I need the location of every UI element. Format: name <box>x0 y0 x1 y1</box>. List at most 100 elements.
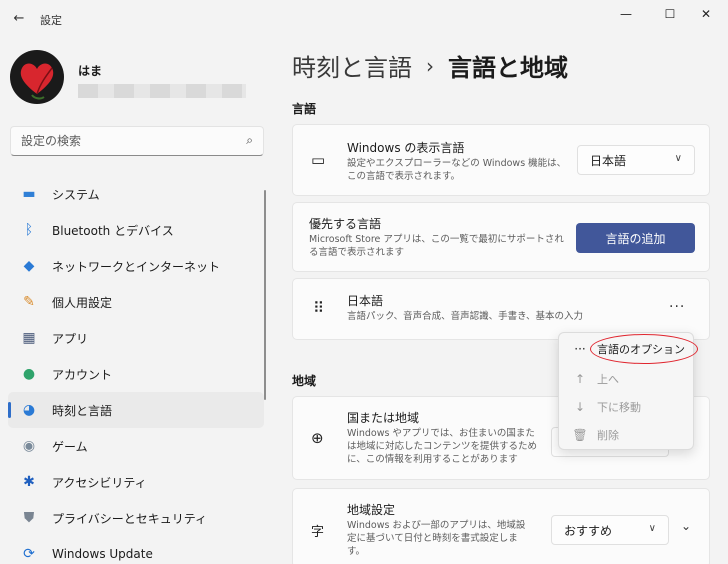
menu-item-label: 上へ <box>597 373 619 386</box>
display-language-card: ▭ Windows の表示言語 設定やエクスプローラーなどの Windows 機… <box>292 124 710 196</box>
title-bar: ← 設定 — ☐ ✕ <box>0 0 728 36</box>
sidebar-item[interactable]: ⟳ Windows Update <box>8 536 264 564</box>
avatar[interactable] <box>10 50 64 104</box>
user-email-redacted <box>78 84 246 98</box>
accounts-icon: ● <box>22 366 36 382</box>
display-language-title: Windows の表示言語 <box>347 141 465 155</box>
back-button[interactable]: ← <box>8 8 30 28</box>
bluetooth-icon: ᛒ <box>24 222 34 238</box>
japanese-language-card[interactable]: ⠿ 日本語 言語パック、音声合成、音声認識、手書き、基本の入力 ··· <box>292 278 710 340</box>
menu-item-label: 削除 <box>597 429 619 442</box>
sidebar-item[interactable]: ✱ アクセシビリティ <box>8 464 264 500</box>
regional-format-desc-2: 定に基づいて日付と時刻を書式設定しま <box>347 533 518 544</box>
regional-format-card: 字 地域設定 Windows および一部のアプリは、地域設 定に基づいて日付と時… <box>292 488 710 564</box>
chevron-down-icon: ∨ <box>674 153 682 164</box>
arrow-up-icon: ↑ <box>574 372 586 386</box>
sidebar-item[interactable]: ▬ システム <box>8 176 264 212</box>
arrow-down-icon: ↓ <box>574 400 586 414</box>
country-region-desc-1: Windows やアプリでは、お住まいの国また <box>347 428 535 439</box>
language-context-menu: ··· 言語のオプション ↑ 上へ ↓ 下に移動 🗑 削除 <box>558 332 694 450</box>
search-input[interactable] <box>21 132 221 150</box>
regional-format-icon: 字 <box>311 525 325 540</box>
sidebar-item-label: アプリ <box>52 331 89 346</box>
display-language-value: 日本語 <box>590 153 627 168</box>
sidebar-item[interactable]: ● アカウント <box>8 356 264 392</box>
menu-item-label: 下に移動 <box>597 401 641 414</box>
more-options-button[interactable]: ··· <box>669 299 685 315</box>
chevron-down-icon: ∨ <box>648 523 656 534</box>
sidebar-item-label: アカウント <box>52 367 113 382</box>
minimize-button[interactable]: — <box>604 2 648 26</box>
sidebar-item[interactable]: ◆ ネットワークとインターネット <box>8 248 264 284</box>
sidebar-item-label: システム <box>52 187 100 202</box>
sidebar-item-label: 時刻と言語 <box>52 403 113 418</box>
section-label-region: 地域 <box>292 374 317 388</box>
breadcrumb: 時刻と言語 › 言語と地域 <box>292 48 568 83</box>
sidebar-item[interactable]: ᛒ Bluetooth とデバイス <box>8 212 264 248</box>
close-icon: ✕ <box>700 7 712 21</box>
page-title: 言語と地域 <box>448 54 568 82</box>
user-name: はま <box>78 64 103 78</box>
sidebar-item-label: Bluetooth とデバイス <box>52 223 174 238</box>
sidebar-item[interactable]: ✎ 個人用設定 <box>8 284 264 320</box>
back-arrow-icon: ← <box>13 10 25 26</box>
preferred-language-card: 優先する言語 Microsoft Store アプリは、この一覧で最初にサポート… <box>292 202 710 272</box>
monitor-icon: ▭ <box>311 151 326 169</box>
display-language-desc-2: この言語で表示されます。 <box>347 171 461 182</box>
sidebar-item[interactable]: ⛊ プライバシーとセキュリティ <box>8 500 264 536</box>
menu-item-move-down[interactable]: ↓ 下に移動 <box>559 393 695 421</box>
breadcrumb-separator: › <box>426 53 434 78</box>
regional-format-title: 地域設定 <box>347 503 396 517</box>
menu-item-move-up[interactable]: ↑ 上へ <box>559 365 695 393</box>
windows-update-icon: ⟳ <box>23 546 35 562</box>
breadcrumb-parent[interactable]: 時刻と言語 <box>292 48 412 83</box>
trash-icon: 🗑 <box>572 428 588 442</box>
system-icon: ▬ <box>22 186 36 202</box>
sidebar-item-label: Windows Update <box>52 547 153 561</box>
display-language-dropdown[interactable]: 日本語 ∨ <box>577 145 695 175</box>
menu-item-label: 言語のオプション <box>597 343 685 356</box>
section-label-language: 言語 <box>292 102 317 116</box>
display-language-desc-1: 設定やエクスプローラーなどの Windows 機能は、 <box>347 158 567 169</box>
time-language-icon: ◕ <box>22 402 36 418</box>
sidebar-item-label: プライバシーとセキュリティ <box>52 511 208 526</box>
japanese-language-desc: 言語パック、音声合成、音声認識、手書き、基本の入力 <box>347 311 583 322</box>
sidebar-item-label: アクセシビリティ <box>52 475 147 490</box>
country-region-desc-2: は地域に対応したコンテンツを提供するため <box>347 441 538 452</box>
regional-format-desc-1: Windows および一部のアプリは、地域設 <box>347 520 526 531</box>
sidebar-nav: ▬ システム ᛒ Bluetooth とデバイス ◆ ネットワークとインターネット ✎ 個人用… <box>8 176 264 564</box>
avatar-image <box>20 63 54 100</box>
accessibility-icon: ✱ <box>23 474 35 490</box>
add-language-button[interactable]: 言語の追加 <box>576 223 695 253</box>
sidebar-scrollbar[interactable] <box>264 190 266 400</box>
country-region-title: 国または地域 <box>347 411 420 425</box>
preferred-language-title: 優先する言語 <box>309 217 382 231</box>
regional-format-value: おすすめ <box>564 523 613 538</box>
sidebar-item[interactable]: ▦ アプリ <box>8 320 264 356</box>
sidebar-item[interactable]: ◉ ゲーム <box>8 428 264 464</box>
sidebar-item-label: ゲーム <box>52 439 88 454</box>
regional-format-dropdown[interactable]: おすすめ ∨ <box>551 515 669 545</box>
globe-icon: ⊕ <box>311 429 324 447</box>
search-icon[interactable]: ⌕ <box>246 133 253 148</box>
close-button[interactable]: ✕ <box>684 2 728 26</box>
drag-handle-icon[interactable]: ⠿ <box>313 299 324 317</box>
menu-item-remove[interactable]: 🗑 削除 <box>559 421 695 449</box>
minimize-icon: — <box>620 7 632 21</box>
apps-icon: ▦ <box>22 330 36 346</box>
country-region-desc-3: に、この情報を利用することがあります <box>347 454 518 465</box>
japanese-language-title: 日本語 <box>347 294 384 308</box>
sidebar-item-label: ネットワークとインターネット <box>52 259 221 274</box>
gaming-icon: ◉ <box>22 438 36 454</box>
sidebar-item-label: 個人用設定 <box>52 295 113 310</box>
expand-chevron-icon[interactable]: ⌄ <box>681 519 692 533</box>
regional-format-desc-3: す。 <box>347 546 366 557</box>
sidebar-item[interactable]: ◕ 時刻と言語 <box>8 392 264 428</box>
settings-search[interactable]: ⌕ <box>10 126 264 156</box>
personalization-icon: ✎ <box>23 294 35 310</box>
menu-item-language-options[interactable]: ··· 言語のオプション <box>559 335 695 363</box>
preferred-language-desc-2: る言語で表示されます <box>309 247 405 258</box>
maximize-icon: ☐ <box>664 7 676 21</box>
privacy-icon: ⛊ <box>23 510 35 526</box>
more-icon: ··· <box>574 342 586 356</box>
